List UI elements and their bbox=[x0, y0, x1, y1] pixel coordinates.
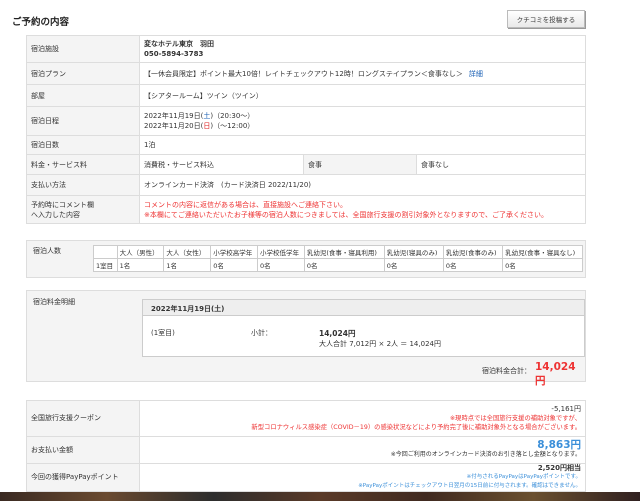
coupon-note-1: ※現時点では全国旅行支援の補助対象ですが、 bbox=[449, 415, 581, 422]
nights-label: 宿泊日数 bbox=[26, 135, 140, 155]
meal-label: 食事 bbox=[303, 154, 417, 175]
comment-label-line2: へ入力した内容 bbox=[31, 210, 80, 219]
guests-header: 大人（女性） bbox=[163, 245, 212, 259]
plan-value: 【一休会員限定】ポイント最大10倍！レイトチェックアウト12時！ロングステイプラ… bbox=[144, 69, 463, 78]
table-row: 宿泊日程 2022年11月19日(土)（20:30〜） 2022年11月20日(… bbox=[26, 106, 586, 136]
checkin-prefix: 2022年11月19日( bbox=[144, 112, 204, 120]
points-amount: 2,520円相当 bbox=[537, 464, 581, 472]
pay-amount: 8,863円 bbox=[537, 439, 581, 451]
guests-header: 小学校低学年 bbox=[257, 245, 305, 259]
coupon-label: 全国旅行支援クーポン bbox=[26, 400, 140, 437]
plan-cell: 【一休会員限定】ポイント最大10倍！レイトチェックアウト12時！ロングステイプラ… bbox=[139, 62, 586, 85]
guests-header: 乳幼児(食事・寝具なし) bbox=[502, 245, 583, 259]
pay-note: ※今回ご利用のオンラインカード決済のお引き落とし金額となります。 bbox=[390, 451, 581, 458]
guests-header: 乳幼児(寝具のみ) bbox=[383, 245, 444, 259]
guests-header: 小学校高学年 bbox=[210, 245, 259, 259]
guests-header: 乳幼児(食事・寝具利用) bbox=[303, 245, 385, 259]
hotel-tel: 050-5894-3783 bbox=[144, 50, 204, 58]
table-row: 今回の獲得PayPayポイント 2,520円相当 ※付与されるPayPayはPa… bbox=[26, 463, 586, 492]
guests-cell: 0名 bbox=[442, 258, 504, 272]
fee-breakdown-section: 宿泊料金明細 2022年11月19日(土) (1室目) 小計： 14,024円 … bbox=[26, 290, 586, 387]
page-title: ご予約の内容 bbox=[12, 17, 70, 28]
points-note-1: ※付与されるPayPayはPayPayポイントです。 bbox=[466, 474, 581, 480]
fee-breakdown-label: 宿泊料金明細 bbox=[33, 298, 75, 306]
date-cell: 2022年11月19日(土)（20:30〜） 2022年11月20日(日)（〜1… bbox=[139, 106, 586, 136]
table-row: 宿泊施設 変なホテル東京 羽田 050-5894-3783 bbox=[26, 35, 586, 63]
guests-header: 大人（男性） bbox=[116, 245, 165, 259]
room-label: 部屋 bbox=[26, 84, 140, 107]
pay-label: お支払い金額 bbox=[26, 436, 140, 464]
plan-detail-link[interactable]: 詳細 bbox=[469, 70, 483, 78]
comment-label: 予約時にコメント欄 へ入力した内容 bbox=[26, 195, 140, 224]
payment-label: 支払い方法 bbox=[26, 174, 140, 196]
guests-cell: 0名 bbox=[383, 258, 444, 272]
guests-cell: 0名 bbox=[257, 258, 305, 272]
coupon-cell: -5,161円 ※現時点では全国旅行支援の補助対象ですが、 新型コロナウィルス感… bbox=[139, 400, 586, 437]
table-row: 宿泊日数 1泊 bbox=[26, 135, 586, 155]
checkout-date: 2022年11月20日(日)（〜12:00） bbox=[144, 121, 581, 131]
checkout-prefix: 2022年11月20日( bbox=[144, 122, 204, 130]
date-label: 宿泊日程 bbox=[26, 106, 140, 136]
meal-value: 食事なし bbox=[416, 154, 586, 175]
points-cell: 2,520円相当 ※付与されるPayPayはPayPayポイントです。 ※Pay… bbox=[139, 463, 586, 492]
table-row: 支払い方法 オンラインカード決済 (カード決済日 2022/11/20) bbox=[26, 174, 586, 196]
checkout-suffix: )（〜12:00） bbox=[210, 122, 255, 130]
bottom-image-strip bbox=[0, 492, 640, 501]
payment-table: 全国旅行支援クーポン -5,161円 ※現時点では全国旅行支援の補助対象ですが、… bbox=[26, 400, 586, 492]
coupon-amount: -5,161円 bbox=[551, 405, 581, 413]
title-bar: ご予約の内容 クチコミを投稿する bbox=[0, 0, 640, 28]
table-row: 予約時にコメント欄 へ入力した内容 コメントの内容に返信がある場合は、直接施設へ… bbox=[26, 195, 586, 224]
guests-header-blank bbox=[93, 245, 118, 259]
fee-room: (1室目) bbox=[151, 329, 175, 337]
comment-note-2: ※本欄にてご連絡いただいたお子様等の宿泊人数につきましては、全国旅行支援の割引対… bbox=[144, 210, 549, 219]
hotel-label: 宿泊施設 bbox=[26, 35, 140, 63]
guests-table: 大人（男性） 大人（女性） 小学校高学年 小学校低学年 乳幼児(食事・寝具利用)… bbox=[93, 245, 583, 272]
guests-cell: 1名 bbox=[116, 258, 165, 272]
comment-label-line1: 予約時にコメント欄 bbox=[31, 200, 94, 209]
reservation-details-table: 宿泊施設 変なホテル東京 羽田 050-5894-3783 宿泊プラン 【一休会… bbox=[26, 35, 586, 224]
points-note-2: ※PayPayポイントはチェックアウト日翌月の15日前に付与されます。確認はでき… bbox=[358, 483, 581, 489]
table-row: 部屋 【シアタールーム】ツイン（ツイン） bbox=[26, 84, 586, 107]
fee-value: 消費税・サービス料込 bbox=[139, 154, 304, 175]
fee-subtotal: 14,024円 bbox=[319, 329, 356, 338]
guests-header: 乳幼児(食事のみ) bbox=[442, 245, 504, 259]
hotel-name: 変なホテル東京 羽田 bbox=[144, 40, 214, 48]
fee-breakdown-box: 2022年11月19日(土) (1室目) 小計： 14,024円 大人合計 7,… bbox=[142, 299, 585, 357]
table-row: お支払い金額 8,863円 ※今回ご利用のオンラインカード決済のお引き落とし金額… bbox=[26, 436, 586, 464]
hotel-cell: 変なホテル東京 羽田 050-5894-3783 bbox=[139, 35, 586, 63]
room-value: 【シアタールーム】ツイン（ツイン） bbox=[139, 84, 586, 107]
table-row: 宿泊プラン 【一休会員限定】ポイント最大10倍！レイトチェックアウト12時！ロン… bbox=[26, 62, 586, 85]
fee-date: 2022年11月19日(土) bbox=[143, 300, 584, 316]
table-row: 料金・サービス料 消費税・サービス料込 食事 食事なし bbox=[26, 154, 586, 175]
guests-row-label: 1室目 bbox=[93, 258, 118, 272]
checkin-date: 2022年11月19日(土)（20:30〜） bbox=[144, 111, 581, 121]
plan-label: 宿泊プラン bbox=[26, 62, 140, 85]
guests-cell: 0名 bbox=[303, 258, 385, 272]
fee-detail: 大人合計 7,012円 × 2人 ＝ 14,024円 bbox=[319, 340, 441, 348]
guests-label: 宿泊人数 bbox=[33, 247, 61, 255]
guests-cell: 0名 bbox=[210, 258, 259, 272]
post-review-button[interactable]: クチコミを投稿する bbox=[507, 10, 585, 28]
points-label: 今回の獲得PayPayポイント bbox=[26, 463, 140, 492]
checkin-suffix: )（20:30〜） bbox=[210, 112, 255, 120]
guests-cell: 0名 bbox=[502, 258, 583, 272]
fee-total-label: 宿泊料金合計： bbox=[482, 367, 531, 375]
guests-section: 宿泊人数 大人（男性） 大人（女性） 小学校高学年 小学校低学年 乳幼児(食事・… bbox=[26, 240, 586, 278]
payment-value: オンラインカード決済 (カード決済日 2022/11/20) bbox=[139, 174, 586, 196]
fee-total: 14,024円 bbox=[535, 361, 576, 387]
fee-subtotal-label: 小計： bbox=[251, 329, 272, 337]
fee-label: 料金・サービス料 bbox=[26, 154, 140, 175]
guests-header-row: 大人（男性） 大人（女性） 小学校高学年 小学校低学年 乳幼児(食事・寝具利用)… bbox=[93, 245, 583, 259]
comment-note-1: コメントの内容に返信がある場合は、直接施設へご連絡下さい。 bbox=[144, 200, 347, 209]
pay-cell: 8,863円 ※今回ご利用のオンラインカード決済のお引き落とし金額となります。 bbox=[139, 436, 586, 464]
comment-cell: コメントの内容に返信がある場合は、直接施設へご連絡下さい。 ※本欄にてご連絡いた… bbox=[139, 195, 586, 224]
table-row: 全国旅行支援クーポン -5,161円 ※現時点では全国旅行支援の補助対象ですが、… bbox=[26, 400, 586, 437]
guests-cell: 1名 bbox=[163, 258, 212, 272]
guests-row: 1室目 1名 1名 0名 0名 0名 0名 0名 0名 bbox=[93, 258, 583, 272]
nights-value: 1泊 bbox=[139, 135, 586, 155]
coupon-note-2: 新型コロナウィルス感染症（COVID－19）の感染状況などにより予約完了後に補助… bbox=[251, 424, 581, 431]
